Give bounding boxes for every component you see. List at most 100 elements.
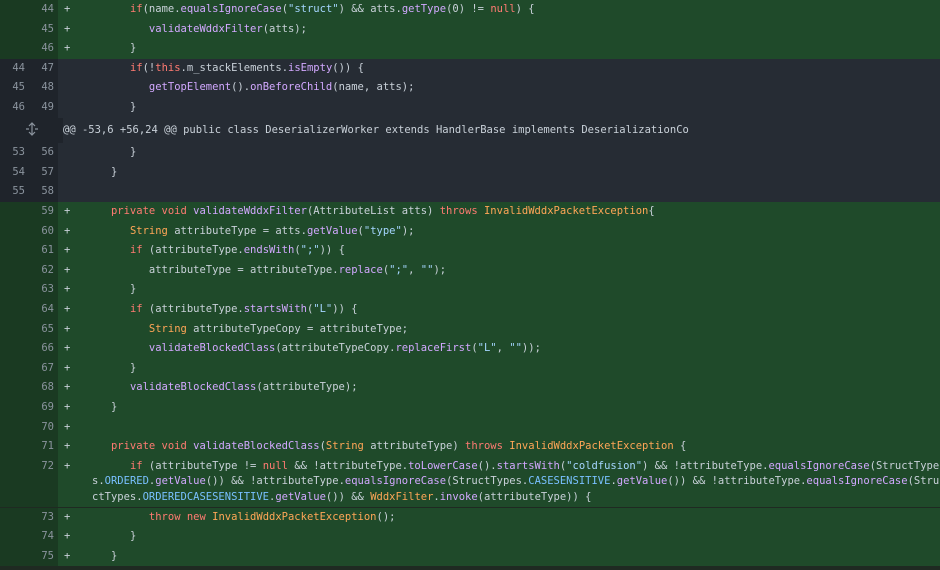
- old-line-number[interactable]: 55: [0, 182, 29, 202]
- code-token: CASESENSITIVE: [528, 475, 611, 488]
- code-text: if (attributeType != null && !attributeT…: [92, 457, 940, 508]
- old-line-number[interactable]: 45: [0, 78, 29, 98]
- new-line-number[interactable]: 68: [29, 378, 58, 398]
- code-token: null: [490, 3, 516, 15]
- new-line-number[interactable]: 61: [29, 241, 58, 261]
- old-line-number[interactable]: [0, 19, 29, 40]
- diff-marker: [58, 143, 92, 163]
- old-line-number[interactable]: [0, 0, 29, 20]
- old-line-number[interactable]: 44: [0, 58, 29, 79]
- old-line-number[interactable]: [0, 241, 29, 261]
- old-line-number[interactable]: [0, 339, 29, 359]
- diff-line: 44 + if(name.equalsIgnoreCase("struct") &…: [0, 0, 940, 20]
- diff-line: 45 48 getTopElement().onBeforeChild(name,…: [0, 78, 940, 98]
- code-token: isEmpty: [288, 61, 333, 74]
- code-token: validateWddxFilter: [193, 205, 307, 217]
- hunk-header-text: @@ -53,6 +56,24 @@ public class Deserial…: [63, 124, 689, 136]
- hunk-header-row: @@ -53,6 +56,24 @@ public class Deserial…: [0, 118, 940, 143]
- expand-button[interactable]: [0, 118, 63, 143]
- old-line-number[interactable]: [0, 527, 29, 547]
- new-line-number[interactable]: 44: [29, 0, 58, 20]
- old-line-number[interactable]: 46: [0, 98, 29, 118]
- code-text: throw new InvalidWddxPacketException();: [92, 508, 940, 528]
- code-token: private void: [110, 205, 194, 217]
- old-line-number[interactable]: 54: [0, 162, 29, 183]
- new-line-number[interactable]: 63: [29, 280, 58, 300]
- diff-line: 72 + if (attributeType != null && !attrib…: [0, 456, 940, 508]
- new-line-number[interactable]: 62: [29, 260, 58, 281]
- new-line-number[interactable]: 49: [29, 98, 58, 118]
- new-line-number[interactable]: 45: [29, 19, 58, 40]
- old-line-number[interactable]: [0, 378, 29, 398]
- diff-line: 66 + validateBlockedClass(attributeTypeCo…: [0, 339, 940, 359]
- diff-line: 69 + }: [0, 398, 940, 418]
- diff-line: 45 + validateWddxFilter(atts);: [0, 19, 940, 40]
- diff-view: 44 + if(name.equalsIgnoreCase("struct") &…: [0, 0, 940, 570]
- old-line-number[interactable]: 53: [0, 143, 29, 163]
- old-line-number[interactable]: [0, 507, 29, 528]
- old-line-number[interactable]: [0, 319, 29, 340]
- code-token: replace: [338, 263, 383, 276]
- old-line-number[interactable]: [0, 260, 29, 281]
- new-line-number[interactable]: 66: [29, 339, 58, 359]
- code-token: if: [129, 459, 149, 472]
- new-line-number[interactable]: 60: [29, 221, 58, 242]
- code-token: getTopElement: [148, 81, 232, 94]
- old-line-number[interactable]: [0, 280, 29, 300]
- code-token: ) && atts.: [338, 3, 402, 15]
- new-line-number[interactable]: 59: [29, 202, 58, 222]
- new-line-number[interactable]: 46: [29, 39, 58, 59]
- old-line-number[interactable]: [0, 39, 29, 59]
- new-line-number[interactable]: 67: [29, 358, 58, 379]
- new-line-number[interactable]: 48: [29, 78, 58, 98]
- code-token: "struct": [288, 3, 339, 15]
- new-line-number[interactable]: 65: [29, 319, 58, 340]
- code-token: "type": [363, 224, 402, 237]
- diff-marker: [58, 78, 92, 98]
- code-text: if (attributeType.startsWith("L")) {: [92, 300, 940, 320]
- new-line-number[interactable]: 73: [29, 507, 58, 528]
- new-line-number[interactable]: 72: [29, 456, 58, 508]
- diff-line: 46 + }: [0, 39, 940, 59]
- diff-line: 60 + String attributeType = atts.getValue…: [0, 221, 940, 242]
- code-token: "coldfusion": [566, 459, 643, 472]
- new-line-number[interactable]: 70: [29, 417, 58, 438]
- old-line-number[interactable]: [0, 221, 29, 242]
- old-line-number[interactable]: [0, 202, 29, 222]
- code-token: name.: [148, 3, 181, 15]
- old-line-number[interactable]: [0, 358, 29, 379]
- diff-marker: +: [64, 244, 71, 257]
- diff-marker: +: [64, 549, 71, 562]
- code-token: (attributeType);: [256, 381, 358, 394]
- old-line-number[interactable]: [0, 546, 29, 567]
- code-token: getType: [401, 3, 447, 15]
- code-token: }: [110, 165, 118, 178]
- old-line-number[interactable]: [0, 417, 29, 438]
- code-token: validateBlockedClass: [148, 342, 276, 355]
- old-line-number[interactable]: [0, 300, 29, 320]
- code-token: attributeType): [370, 440, 466, 453]
- code-token: getValue: [306, 224, 358, 237]
- new-line-number[interactable]: 58: [29, 182, 58, 202]
- code-text: validateWddxFilter(atts);: [92, 20, 940, 40]
- old-line-number[interactable]: [0, 456, 29, 508]
- code-token: ();: [376, 510, 396, 523]
- new-line-number[interactable]: 47: [29, 58, 58, 79]
- new-line-number[interactable]: 57: [29, 162, 58, 183]
- code-token: }: [110, 549, 118, 562]
- new-line-number[interactable]: 75: [29, 546, 58, 567]
- new-line-number[interactable]: 69: [29, 398, 58, 418]
- old-line-number[interactable]: [0, 398, 29, 418]
- new-line-number[interactable]: 71: [29, 437, 58, 457]
- code-text: }: [92, 163, 940, 183]
- code-text: attributeType = attributeType.replace(";…: [92, 261, 940, 281]
- code-text: if (attributeType.endsWith(";")) {: [92, 241, 940, 261]
- code-token: private void: [110, 440, 194, 453]
- code-token: getValue: [275, 490, 326, 503]
- new-line-number[interactable]: 56: [29, 143, 58, 163]
- old-line-number[interactable]: [0, 437, 29, 457]
- code-token: ().: [231, 81, 251, 94]
- code-token: "": [509, 342, 522, 355]
- new-line-number[interactable]: 74: [29, 527, 58, 547]
- new-line-number[interactable]: 64: [29, 300, 58, 320]
